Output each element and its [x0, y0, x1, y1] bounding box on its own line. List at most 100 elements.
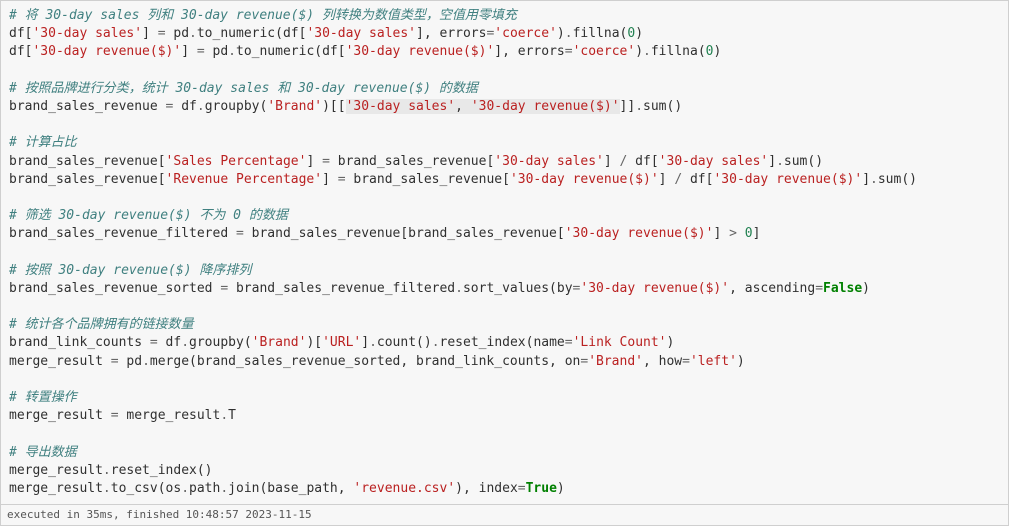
code-token: df[	[9, 44, 32, 59]
code-token: pd	[166, 26, 189, 41]
operator: =	[197, 44, 205, 59]
execution-status: executed in 35ms, finished 10:48:57 2023…	[1, 504, 1008, 525]
code-token: ]	[768, 154, 776, 169]
code-token: merge(brand_sales_revenue_sorted, brand_…	[150, 354, 580, 369]
code-token: )	[635, 26, 643, 41]
string-literal: 'Brand'	[267, 99, 322, 114]
comment: # 筛选 30-day revenue($) 不为 0 的数据	[9, 208, 288, 223]
code-token: sum()	[643, 99, 682, 114]
operator: .	[197, 99, 205, 114]
operator: .	[455, 281, 463, 296]
operator: =	[338, 172, 346, 187]
code-token: , ascending	[729, 281, 815, 296]
code-token: )[[	[322, 99, 345, 114]
code-block[interactable]: # 将 30-day sales 列和 30-day revenue($) 列转…	[1, 1, 1008, 504]
code-token: ]	[659, 172, 675, 187]
code-token: ], errors	[494, 44, 564, 59]
string-literal: '30-day revenue($)'	[713, 172, 862, 187]
code-token: df	[158, 335, 181, 350]
code-cell: # 将 30-day sales 列和 30-day revenue($) 列转…	[0, 0, 1009, 526]
string-literal: '30-day revenue($)'	[471, 99, 620, 114]
operator: .	[181, 481, 189, 496]
string-literal: '30-day revenue($)'	[565, 226, 714, 241]
code-token: brand_sales_revenue_filtered	[228, 281, 455, 296]
operator: =	[158, 26, 166, 41]
operator: .	[870, 172, 878, 187]
comment: # 统计各个品牌拥有的链接数量	[9, 317, 194, 332]
code-token: ), index	[455, 481, 518, 496]
operator: =	[565, 44, 573, 59]
comment: # 按照 30-day revenue($) 降序排列	[9, 263, 251, 278]
code-token: T	[228, 408, 236, 423]
code-token: join(base_path,	[228, 481, 353, 496]
operator: =	[111, 408, 119, 423]
code-token: brand_sales_revenue[	[9, 172, 166, 187]
code-token: )[	[306, 335, 322, 350]
code-token: ], errors	[416, 26, 486, 41]
code-token: )	[557, 481, 565, 496]
code-token: path	[189, 481, 220, 496]
code-token: brand_sales_revenue[	[330, 154, 494, 169]
operator: =	[682, 354, 690, 369]
code-token: to_csv(os	[111, 481, 181, 496]
code-token: df[	[627, 154, 658, 169]
code-token: ]	[604, 154, 620, 169]
code-token: groupby(	[205, 99, 268, 114]
comment: # 转置操作	[9, 390, 77, 405]
code-token: )	[713, 44, 721, 59]
string-literal: '30-day sales'	[306, 26, 416, 41]
code-token: pd	[205, 44, 228, 59]
operator: =	[150, 335, 158, 350]
code-token: groupby(	[189, 335, 252, 350]
code-token: merge_result	[9, 354, 111, 369]
code-token: , how	[643, 354, 682, 369]
code-token: reset_index()	[111, 463, 213, 478]
comment: # 导出数据	[9, 445, 77, 460]
code-token: )	[737, 354, 745, 369]
code-token: merge_result	[9, 408, 111, 423]
code-token: brand_link_counts	[9, 335, 150, 350]
code-token: reset_index(name	[440, 335, 565, 350]
operator: .	[142, 354, 150, 369]
comment: # 将 30-day sales 列和 30-day revenue($) 列转…	[9, 8, 517, 23]
code-token: fillna(	[651, 44, 706, 59]
keyword: False	[823, 281, 862, 296]
code-token: fillna(	[573, 26, 628, 41]
code-token: sort_values(by	[463, 281, 573, 296]
code-token: to_numeric(df[	[236, 44, 346, 59]
string-literal: 'Revenue Percentage'	[166, 172, 323, 187]
operator: .	[776, 154, 784, 169]
operator: .	[103, 481, 111, 496]
operator: =	[580, 354, 588, 369]
string-literal: '30-day revenue($)'	[510, 172, 659, 187]
operator: =	[815, 281, 823, 296]
code-token: )	[635, 44, 643, 59]
operator: .	[220, 408, 228, 423]
operator: =	[236, 226, 244, 241]
code-token: merge_result	[9, 463, 103, 478]
code-token: merge_result	[9, 481, 103, 496]
string-literal: 'revenue.csv'	[353, 481, 455, 496]
code-token: brand_sales_revenue	[9, 99, 166, 114]
string-literal: 'coerce'	[573, 44, 636, 59]
code-token: )	[862, 281, 870, 296]
code-token: ]	[361, 335, 369, 350]
operator: .	[220, 481, 228, 496]
string-literal: '30-day sales'	[346, 99, 456, 114]
code-token: sum()	[878, 172, 917, 187]
code-token: ]	[753, 226, 761, 241]
string-literal: 'coerce'	[494, 26, 557, 41]
code-token: sum()	[784, 154, 823, 169]
operator: >	[729, 226, 737, 241]
operator: =	[518, 481, 526, 496]
number-literal: 0	[745, 226, 753, 241]
keyword: True	[526, 481, 557, 496]
code-token: )	[557, 26, 565, 41]
code-token: brand_sales_revenue_sorted	[9, 281, 220, 296]
code-token: brand_sales_revenue[brand_sales_revenue[	[244, 226, 565, 241]
operator: .	[181, 335, 189, 350]
string-literal: 'left'	[690, 354, 737, 369]
code-token: ]	[142, 26, 158, 41]
code-token: ]	[713, 226, 729, 241]
string-literal: '30-day revenue($)'	[580, 281, 729, 296]
